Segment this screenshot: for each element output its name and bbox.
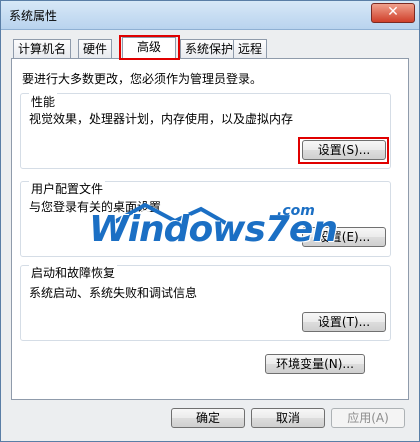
performance-title: 性能: [29, 93, 58, 110]
watermark-domain: .com: [277, 203, 315, 219]
advanced-tab-highlight: [119, 35, 180, 60]
performance-description: 视觉效果，处理器计划，内存使用，以及虚拟内存: [29, 112, 294, 126]
ok-button[interactable]: 确定: [171, 408, 245, 428]
cancel-button[interactable]: 取消: [251, 408, 325, 428]
close-button[interactable]: ✕: [371, 3, 415, 23]
tab-system-protection[interactable]: 系统保护: [180, 39, 239, 58]
startup-recovery-settings-button[interactable]: 设置(T)...: [302, 312, 386, 332]
tab-remote[interactable]: 远程: [233, 39, 268, 58]
tab-computer-name[interactable]: 计算机名: [13, 39, 72, 58]
apply-button[interactable]: 应用(A): [331, 408, 405, 428]
system-properties-window: 系统属性 ✕ 计算机名 硬件 高级 系统保护 远程 要进行大多数更改，您必须作为…: [0, 0, 420, 442]
user-profiles-title: 用户配置文件: [29, 180, 106, 197]
title-bar[interactable]: 系统属性 ✕: [1, 1, 419, 30]
tab-hardware[interactable]: 硬件: [78, 39, 113, 58]
admin-note: 要进行大多数更改，您必须作为管理员登录。: [22, 72, 263, 86]
startup-recovery-description: 系统启动、系统失败和调试信息: [29, 286, 198, 300]
window-title: 系统属性: [9, 9, 58, 23]
environment-variables-button[interactable]: 环境变量(N)...: [265, 354, 365, 374]
performance-button-highlight: [298, 137, 389, 164]
watermark-logo: Windows7en .com: [89, 197, 338, 267]
